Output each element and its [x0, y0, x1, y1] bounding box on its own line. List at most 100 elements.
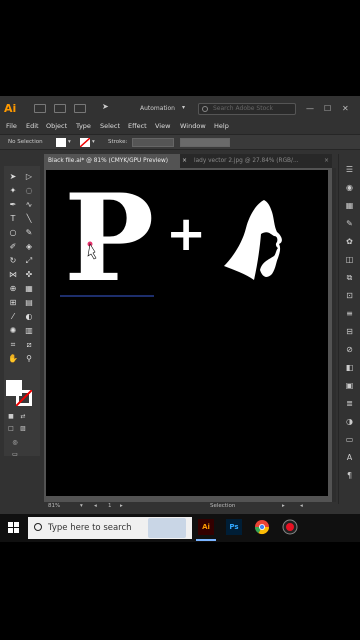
artboard-number[interactable]: 1: [108, 503, 112, 509]
stroke-dropdown-icon[interactable]: ▾: [92, 139, 95, 145]
close-button[interactable]: ✕: [342, 104, 349, 113]
brushes-icon[interactable]: ✎: [344, 220, 355, 228]
color-mode-icon[interactable]: □: [6, 424, 16, 434]
selection-tool-icon[interactable]: ➤: [8, 172, 18, 182]
transform-icon[interactable]: ⊡: [344, 292, 355, 300]
curvature-tool-icon[interactable]: ∿: [24, 200, 34, 210]
stroke-panel-icon[interactable]: ≣: [344, 400, 355, 408]
puppet-warp-icon[interactable]: ✜: [24, 270, 34, 280]
type-tool-icon[interactable]: T: [8, 214, 18, 224]
slice-tool-icon[interactable]: ⧄: [24, 340, 34, 350]
prev-artboard-icon[interactable]: ◂: [94, 503, 97, 509]
links-icon[interactable]: ⊘: [344, 346, 355, 354]
menu-window[interactable]: Window: [180, 122, 206, 130]
properties-icon[interactable]: ☰: [344, 166, 355, 174]
illustrator-window: Ai ➤ Automation ▾ Search Adobe Stock — ☐…: [0, 96, 360, 542]
swap-colors-icon[interactable]: ⇄: [18, 412, 28, 422]
menu-file[interactable]: File: [6, 122, 17, 130]
chrome-icon[interactable]: [254, 519, 270, 535]
swatches-icon[interactable]: ▦: [344, 202, 355, 210]
paintbrush-icon[interactable]: ✎: [24, 228, 34, 238]
mesh-tool-icon[interactable]: ⊞: [8, 298, 18, 308]
layers-icon[interactable]: ◫: [344, 256, 355, 264]
symbol-sprayer-icon[interactable]: ✺: [8, 326, 18, 336]
character-icon[interactable]: A: [344, 454, 355, 462]
menu-object[interactable]: Object: [46, 122, 67, 130]
width-tool-icon[interactable]: ⋈: [8, 270, 18, 280]
windows-start-icon[interactable]: [8, 522, 20, 534]
tab-close-icon[interactable]: ×: [182, 157, 187, 164]
eraser-icon[interactable]: ◈: [24, 242, 34, 252]
tab-close-icon[interactable]: ×: [324, 157, 329, 164]
rotate-tool-icon[interactable]: ↻: [8, 256, 18, 266]
send-icon[interactable]: ➤: [102, 102, 109, 111]
perspective-grid-icon[interactable]: ▦: [24, 284, 34, 294]
shape-builder-icon[interactable]: ⊕: [8, 284, 18, 294]
appearance-icon[interactable]: ◧: [344, 364, 355, 372]
status-arrow-icon[interactable]: ▸: [282, 503, 285, 509]
gradient-tool-icon[interactable]: ▤: [24, 298, 34, 308]
color-panel-icon[interactable]: ◉: [344, 184, 355, 192]
line-tool-icon[interactable]: ╲: [24, 214, 34, 224]
magic-wand-icon[interactable]: ✦: [8, 186, 18, 196]
graph-tool-icon[interactable]: ▥: [24, 326, 34, 336]
align-icon[interactable]: ≡: [344, 310, 355, 318]
shaper-tool-icon[interactable]: ✐: [8, 242, 18, 252]
scale-tool-icon[interactable]: ⤢: [24, 256, 34, 266]
direct-selection-tool-icon[interactable]: ▷: [24, 172, 34, 182]
chevron-down-icon[interactable]: ▾: [182, 104, 185, 111]
home-icon[interactable]: [34, 104, 46, 113]
default-colors-icon[interactable]: ■: [6, 412, 16, 422]
taskbar-app-illustrator[interactable]: Ai: [198, 519, 214, 535]
menu-edit[interactable]: Edit: [26, 122, 39, 130]
zoom-tool-icon[interactable]: ⚲: [24, 354, 34, 364]
next-artboard-icon[interactable]: ▸: [120, 503, 123, 509]
taskbar-search-input[interactable]: Type here to search: [28, 517, 192, 539]
vertical-scrollbar[interactable]: [332, 168, 336, 502]
pen-tool-icon[interactable]: ✒: [8, 200, 18, 210]
gradient-panel-icon[interactable]: ▭: [344, 436, 355, 444]
variable-width-profile[interactable]: [180, 138, 230, 147]
ellipse-tool-icon[interactable]: ○: [8, 228, 18, 238]
zoom-dropdown-icon[interactable]: ▾: [80, 503, 83, 509]
menu-select[interactable]: Select: [100, 122, 120, 130]
eyedropper-icon[interactable]: ⁄: [8, 312, 18, 322]
tab-lady-vector[interactable]: lady vector 2.jpg @ 27.84% (RGB/...: [190, 154, 324, 168]
letter-p-art[interactable]: P: [64, 168, 154, 309]
transparency-icon[interactable]: ◑: [344, 418, 355, 426]
minimize-button[interactable]: —: [306, 104, 314, 113]
plus-sign-art[interactable]: +: [166, 206, 206, 262]
fill-swatch[interactable]: [56, 138, 66, 147]
artboard[interactable]: P +: [46, 168, 328, 496]
zoom-level[interactable]: 81%: [48, 503, 60, 509]
arrange-documents-icon[interactable]: [74, 104, 86, 113]
hand-tool-icon[interactable]: ✋: [8, 354, 18, 364]
graphic-styles-icon[interactable]: ▣: [344, 382, 355, 390]
menu-effect[interactable]: Effect: [128, 122, 147, 130]
lady-silhouette-icon[interactable]: [224, 200, 282, 280]
stock-search-input[interactable]: Search Adobe Stock: [198, 103, 296, 115]
screen-recorder-icon[interactable]: [282, 519, 298, 535]
fill-dropdown-icon[interactable]: ▾: [68, 139, 71, 145]
menu-help[interactable]: Help: [214, 122, 229, 130]
symbols-icon[interactable]: ✿: [344, 238, 355, 246]
gradient-mode-icon[interactable]: ▨: [18, 424, 28, 434]
workspace-switcher[interactable]: Automation: [140, 105, 175, 112]
stroke-weight-input[interactable]: [132, 138, 174, 147]
draw-mode-icon[interactable]: ◎: [10, 438, 20, 448]
blend-tool-icon[interactable]: ◐: [24, 312, 34, 322]
screen-mode-icon[interactable]: ▭: [10, 450, 20, 460]
artboard-tool-icon[interactable]: ⌗: [8, 340, 18, 350]
taskbar-app-photoshop[interactable]: Ps: [226, 519, 242, 535]
bridge-icon[interactable]: [54, 104, 66, 113]
tab-black-file[interactable]: Black file.ai* @ 81% (CMYK/GPU Preview): [44, 154, 180, 168]
scroll-left-icon[interactable]: ◂: [300, 503, 303, 509]
paragraph-icon[interactable]: ¶: [344, 472, 355, 480]
artboards-icon[interactable]: ⧉: [344, 274, 355, 282]
menu-type[interactable]: Type: [76, 122, 91, 130]
lasso-icon[interactable]: ◌: [24, 186, 34, 196]
menu-view[interactable]: View: [155, 122, 170, 130]
stroke-swatch[interactable]: [80, 138, 90, 147]
maximize-button[interactable]: ☐: [324, 104, 331, 113]
pathfinder-icon[interactable]: ⊟: [344, 328, 355, 336]
